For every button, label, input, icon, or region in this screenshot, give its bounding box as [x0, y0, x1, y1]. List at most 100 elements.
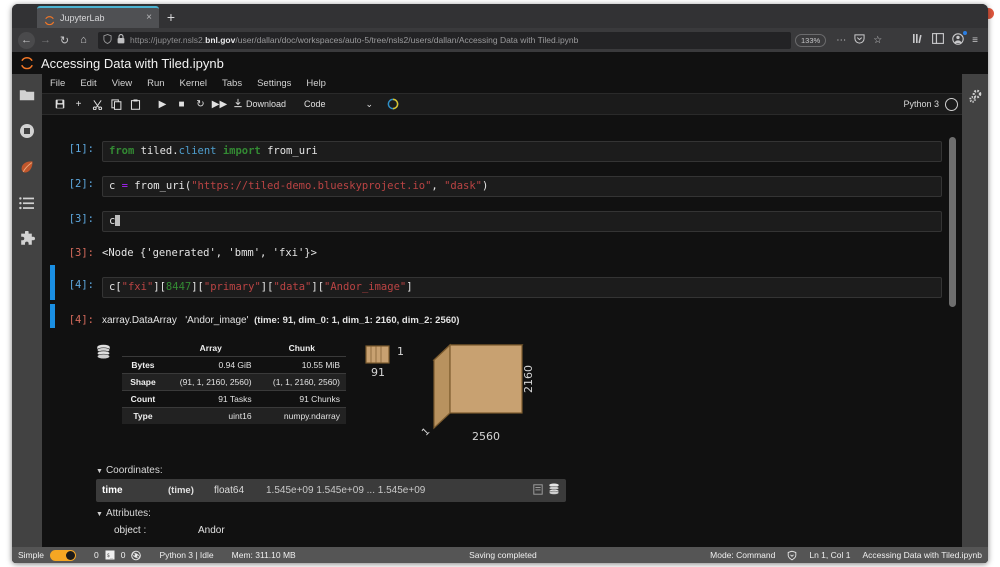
paste-button[interactable] [126, 94, 145, 114]
notebook-cell-2[interactable]: [2]: c = from_uri("https://tiled-demo.bl… [42, 166, 962, 201]
puzzle-icon[interactable] [18, 230, 36, 248]
gears-icon[interactable] [966, 88, 984, 106]
library-icon[interactable] [912, 33, 924, 47]
sidebar-toggle-icon[interactable] [932, 33, 945, 47]
notebook-cell-1[interactable]: [1]: from tiled.client import from_uri [42, 133, 962, 166]
xarray-repr-header: xarray.DataArray 'Andor_image' (time: 91… [102, 312, 942, 326]
menu-item-view[interactable]: View [112, 78, 132, 89]
insert-cell-button[interactable]: + [69, 94, 88, 114]
menu-item-file[interactable]: File [50, 78, 65, 89]
dask-box-depth-label: 1 [420, 426, 432, 438]
menu-item-help[interactable]: Help [306, 78, 326, 89]
cell-type-select[interactable]: Code ⌄ [304, 99, 373, 110]
dask-small-width-label: 91 [371, 366, 385, 379]
simple-mode-label: Simple [18, 550, 44, 560]
lock-icon [117, 34, 125, 46]
xarray-coordinates-section: ▼ Coordinates: time (time) float64 1.545e… [96, 465, 962, 539]
code-token: import [222, 145, 261, 157]
back-icon[interactable]: ← [18, 31, 35, 49]
account-icon[interactable] [952, 30, 968, 48]
browser-tab-jupyterlab[interactable]: JupyterLab × [37, 6, 159, 28]
copy-button[interactable] [107, 94, 126, 114]
stop-button[interactable]: ■ [172, 94, 191, 114]
cut-button[interactable] [88, 94, 107, 114]
code-token: ) [482, 180, 489, 192]
cell-array: uint16 [163, 407, 258, 424]
data-icon[interactable] [548, 483, 560, 498]
simple-mode-toggle[interactable] [49, 549, 76, 561]
download-label: Download [246, 99, 287, 109]
new-tab-button[interactable]: + [162, 8, 180, 26]
code-editor-2[interactable]: c = from_uri("https://tiled-demo.bluesky… [102, 176, 942, 197]
menu-item-edit[interactable]: Edit [80, 78, 96, 89]
menu-item-run[interactable]: Run [147, 78, 164, 89]
run-button[interactable]: ▶ [153, 94, 172, 114]
save-button[interactable] [50, 94, 69, 114]
menu-bar: File Edit View Run Kernel Tabs Settings … [12, 74, 988, 93]
menu-item-kernel[interactable]: Kernel [180, 78, 207, 89]
menu-item-tabs[interactable]: Tabs [222, 78, 242, 89]
coordinate-row-time[interactable]: time (time) float64 1.545e+09 1.545e+09 … [96, 479, 566, 502]
forward-icon[interactable]: → [37, 32, 54, 49]
hamburger-menu-icon[interactable]: ≡ [972, 35, 978, 46]
cell-chunk: 91 Chunks [257, 390, 346, 408]
notebook-cell-3[interactable]: [3]: c [42, 201, 962, 236]
notebook-cell-4[interactable]: [4]: c["fxi"][8447]["primary"]["data"]["… [42, 263, 962, 302]
code-token: c[ [109, 281, 122, 293]
status-message: Saving completed [469, 550, 537, 560]
menu-item-settings[interactable]: Settings [257, 78, 291, 89]
stop-circle-icon[interactable] [18, 122, 36, 140]
memory-usage: Mem: 311.10 MB [231, 550, 296, 560]
notebook-output-3: [3]: <Node {'generated', 'bmm', 'fxi'}> [42, 236, 962, 263]
leaf-icon[interactable] [18, 158, 36, 176]
coordinate-values: 1.545e+09 1.545e+09 ... 1.545e+09 [266, 485, 426, 496]
code-editor-4[interactable]: c["fxi"][8447]["primary"]["data"]["Andor… [102, 277, 942, 298]
home-icon[interactable]: ⌂ [75, 32, 92, 49]
coordinates-title[interactable]: ▼ Coordinates: [96, 465, 962, 476]
table-of-contents-icon[interactable] [18, 194, 36, 212]
folder-icon[interactable] [18, 86, 36, 104]
code-token: ][ [311, 281, 325, 293]
zoom-level-badge[interactable]: 133% [795, 33, 827, 47]
kernel-icon[interactable] [131, 550, 142, 560]
screenshot-root: JupyterLab × + ← → ↻ ⌂ https://jupyter.n… [0, 0, 1000, 567]
bookmark-star-icon[interactable]: ☆ [873, 35, 882, 46]
attributes-title[interactable]: ▼ Attributes: [96, 508, 962, 519]
attribute-row: object : Andor [96, 522, 962, 539]
tracking-shield-icon[interactable] [103, 34, 112, 46]
dask-array-table: Array Chunk Bytes 0.94 GiB 10.55 MiB Sha… [122, 340, 346, 424]
restart-kernel-button[interactable]: ↻ [191, 94, 210, 114]
table-row: Type uint16 numpy.ndarray [122, 407, 346, 424]
dask-box-width-label: 2560 [472, 430, 500, 443]
attrs-icon[interactable] [533, 483, 543, 498]
code-token: from_uri [260, 145, 318, 157]
browser-nav-bar: ← → ↻ ⌂ https://jupyter.nsls2.bnl.gov/us… [12, 28, 988, 52]
pocket-icon[interactable] [854, 33, 865, 47]
reload-icon[interactable]: ↻ [56, 32, 73, 49]
code-token: tiled. [134, 145, 179, 157]
cell-selection-bar-active [50, 304, 55, 328]
url-bar[interactable]: https://jupyter.nsls2.bnl.gov/user/dalla… [98, 31, 791, 49]
cell-selection-bar-active [50, 265, 55, 300]
restart-run-all-button[interactable]: ▶▶ [210, 94, 229, 114]
cell-type-value: Code [304, 99, 326, 109]
jupyterlab-app: Accessing Data with Tiled.ipynb File Edi… [12, 52, 988, 563]
code-editor-3[interactable]: c [102, 211, 942, 232]
close-icon[interactable]: × [143, 13, 155, 23]
browser-tab-title: JupyterLab [60, 13, 105, 23]
code-token: ][ [153, 281, 166, 293]
kernel-status-text[interactable]: Python 3 | Idle [159, 550, 213, 560]
terminal-icon[interactable]: $_ [105, 550, 115, 560]
svg-text:$_: $_ [106, 553, 113, 559]
kernel-name-label: Python 3 [903, 99, 939, 109]
database-icon [96, 340, 112, 362]
code-token: client [178, 145, 217, 157]
text-cursor [115, 215, 121, 226]
download-button[interactable]: Download [233, 98, 286, 110]
code-editor-1[interactable]: from tiled.client import from_uri [102, 141, 942, 162]
dask-box-height-label: 2160 [522, 365, 535, 393]
left-sidebar [12, 74, 42, 563]
xarray-dims: (time: 91, dim_0: 1, dim_1: 2160, dim_2:… [254, 315, 460, 326]
notebook-panel[interactable]: [1]: from tiled.client import from_uri [… [42, 133, 962, 563]
overflow-menu-icon[interactable]: ⋯ [836, 35, 846, 46]
